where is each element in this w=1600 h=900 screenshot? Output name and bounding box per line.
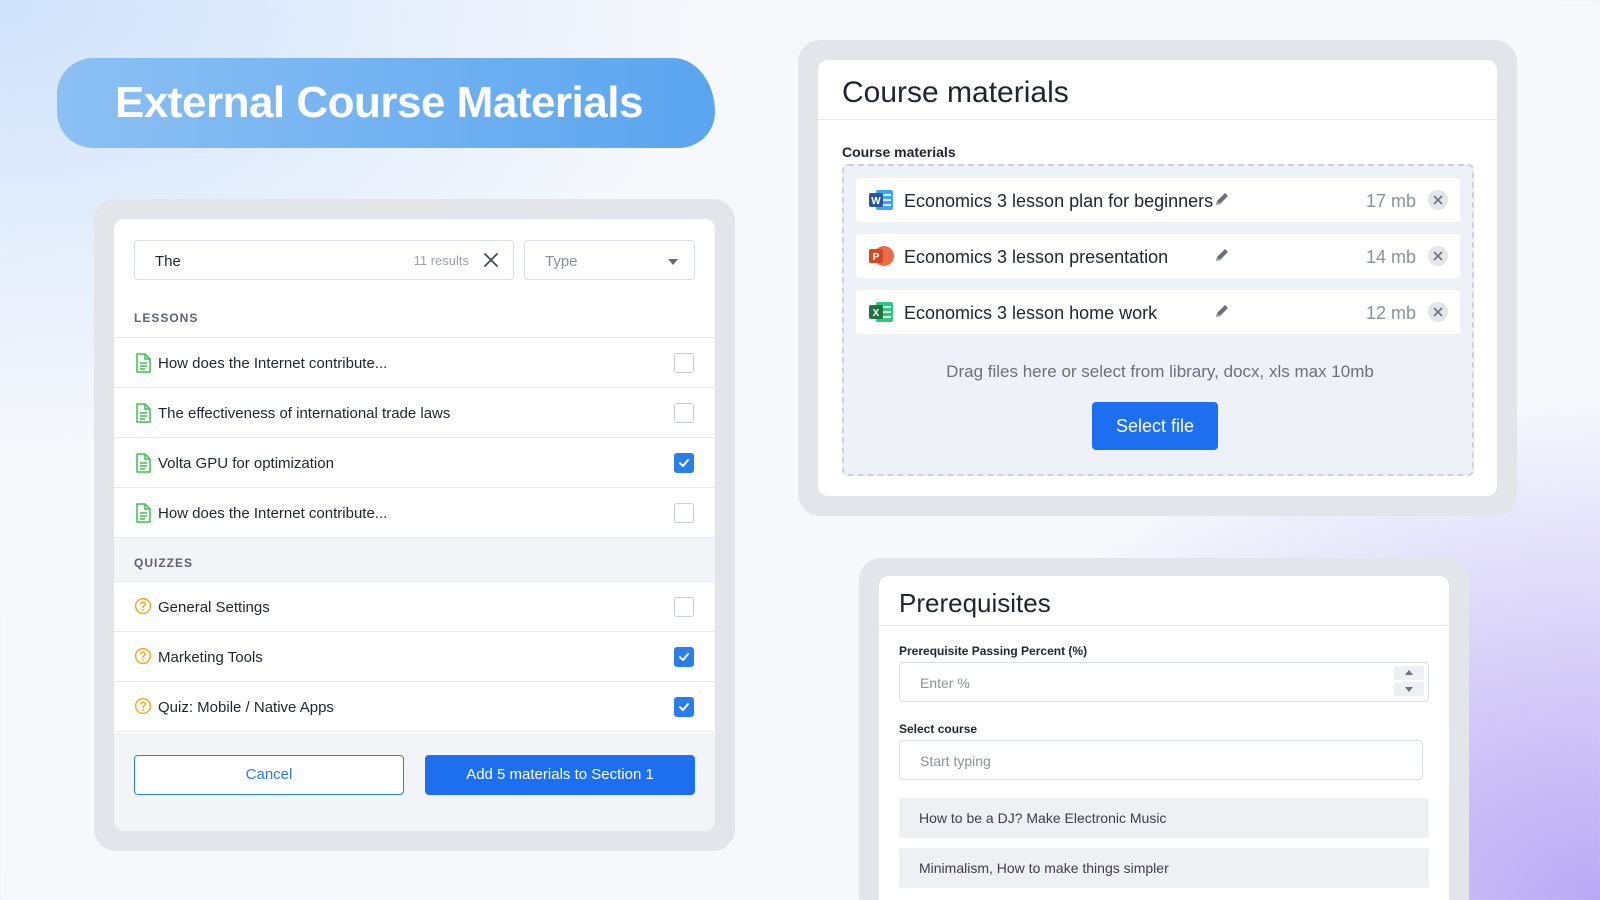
word-file-icon: W [868, 189, 894, 211]
course-materials-panel: Course materials Course materials W Econo… [818, 60, 1497, 496]
quizzes-list: General Settings Marketing Tools Quiz: Mob… [114, 581, 715, 733]
document-icon [134, 503, 152, 523]
checkbox[interactable] [674, 453, 694, 473]
lessons-list: How does the Internet contribute... The e… [114, 337, 715, 537]
file-name: Economics 3 lesson plan for beginners [904, 191, 1214, 211]
file-size: 12 mb [1365, 303, 1416, 323]
lessons-heading: LESSONS [134, 311, 199, 325]
file-item: X Economics 3 lesson home work 12 mb [856, 290, 1460, 334]
course-materials-title: Course materials [818, 60, 1497, 120]
search-value: The [155, 253, 181, 270]
svg-text:P: P [873, 252, 880, 263]
file-item: W Economics 3 lesson plan for beginners 17… [856, 178, 1460, 222]
course-option-label: Minimalism, How to make things simpler [919, 860, 1169, 876]
course-materials-label: Course materials [842, 144, 956, 160]
stepper-down-icon[interactable] [1394, 682, 1424, 696]
course-materials-frame: Course materials Course materials W Econo… [798, 40, 1517, 516]
list-item[interactable]: Quiz: Mobile / Native Apps [114, 681, 715, 731]
select-course-placeholder: Start typing [920, 753, 991, 769]
question-icon [134, 597, 152, 617]
material-picker-panel: The 11 results Type LESSONS How does the… [114, 219, 715, 831]
prerequisites-title: Prerequisites [879, 576, 1449, 626]
search-result-count: 11 results [413, 253, 469, 268]
course-option-label: How to be a DJ? Make Electronic Music [919, 810, 1167, 826]
list-item[interactable]: How does the Internet contribute... [114, 337, 715, 387]
checkbox[interactable] [674, 597, 694, 617]
checkbox[interactable] [674, 503, 694, 523]
svg-text:W: W [871, 196, 881, 207]
list-item-label: The effectiveness of international trade… [158, 405, 451, 422]
search-input[interactable]: The 11 results [134, 240, 514, 280]
remove-file-icon[interactable] [1428, 190, 1448, 210]
list-item[interactable]: How does the Internet contribute... [114, 487, 715, 537]
remove-file-icon[interactable] [1428, 246, 1448, 266]
prerequisites-frame: Prerequisites Prerequisite Passing Perce… [859, 558, 1469, 900]
file-item: P Economics 3 lesson presentation 14 mb [856, 234, 1460, 278]
material-picker-frame: The 11 results Type LESSONS How does the… [94, 199, 735, 851]
document-icon [134, 403, 152, 423]
checkbox[interactable] [674, 353, 694, 373]
svg-text:X: X [873, 308, 880, 319]
course-option[interactable]: How to be a DJ? Make Electronic Music [899, 798, 1429, 838]
list-item-label: Volta GPU for optimization [158, 455, 334, 472]
list-item-label: How does the Internet contribute... [158, 355, 388, 372]
list-item[interactable]: Marketing Tools [114, 631, 715, 681]
page-title: External Course Materials [115, 78, 643, 127]
powerpoint-file-icon: P [868, 245, 894, 267]
pencil-icon[interactable] [1213, 246, 1231, 264]
add-materials-button[interactable]: Add 5 materials to Section 1 [425, 755, 695, 795]
quizzes-heading: QUIZZES [114, 537, 715, 581]
file-size: 17 mb [1365, 191, 1416, 211]
remove-file-icon[interactable] [1428, 302, 1448, 322]
number-stepper[interactable] [1394, 666, 1426, 698]
list-item-label: How does the Internet contribute... [158, 505, 388, 522]
list-item[interactable]: Volta GPU for optimization [114, 437, 715, 487]
question-icon [134, 697, 152, 717]
document-icon [134, 453, 152, 473]
select-course-label: Select course [899, 722, 978, 736]
list-item-label: Marketing Tools [158, 649, 263, 666]
document-icon [134, 353, 152, 373]
cancel-button[interactable]: Cancel [134, 755, 404, 795]
question-icon [134, 647, 152, 667]
chevron-down-icon [668, 259, 678, 265]
pencil-icon[interactable] [1213, 190, 1231, 208]
quizzes-group: QUIZZES General Settings Marketing Tools Q… [114, 537, 715, 733]
type-filter-label: Type [545, 253, 578, 270]
file-name: Economics 3 lesson presentation [904, 247, 1169, 267]
passing-percent-label: Prerequisite Passing Percent (%) [899, 644, 1088, 658]
stepper-up-icon[interactable] [1394, 666, 1424, 680]
passing-percent-input[interactable]: Enter % [899, 662, 1429, 702]
type-filter-select[interactable]: Type [524, 240, 695, 280]
select-file-button[interactable]: Select file [1092, 402, 1218, 450]
list-item-label: General Settings [158, 599, 270, 616]
passing-percent-placeholder: Enter % [920, 675, 970, 691]
file-size: 14 mb [1365, 247, 1416, 267]
list-item[interactable]: General Settings [114, 581, 715, 631]
excel-file-icon: X [868, 301, 894, 323]
clear-icon[interactable] [481, 250, 501, 270]
picker-footer: Cancel Add 5 materials to Section 1 [114, 733, 715, 831]
pencil-icon[interactable] [1213, 302, 1231, 320]
checkbox[interactable] [674, 647, 694, 667]
file-dropzone[interactable]: W Economics 3 lesson plan for beginners 17… [842, 164, 1474, 476]
drop-hint: Drag files here or select from library, … [946, 362, 1374, 381]
select-course-input[interactable]: Start typing [899, 740, 1423, 780]
list-item[interactable]: The effectiveness of international trade… [114, 387, 715, 437]
hero-banner: External Course Materials [57, 58, 715, 148]
file-name: Economics 3 lesson home work [904, 303, 1158, 323]
checkbox[interactable] [674, 403, 694, 423]
prerequisites-panel: Prerequisites Prerequisite Passing Perce… [879, 576, 1449, 900]
course-option[interactable]: Minimalism, How to make things simpler [899, 848, 1429, 888]
material-list[interactable]: LESSONS How does the Internet contribute… [114, 293, 715, 733]
list-item-label: Quiz: Mobile / Native Apps [158, 699, 334, 716]
checkbox[interactable] [674, 697, 694, 717]
